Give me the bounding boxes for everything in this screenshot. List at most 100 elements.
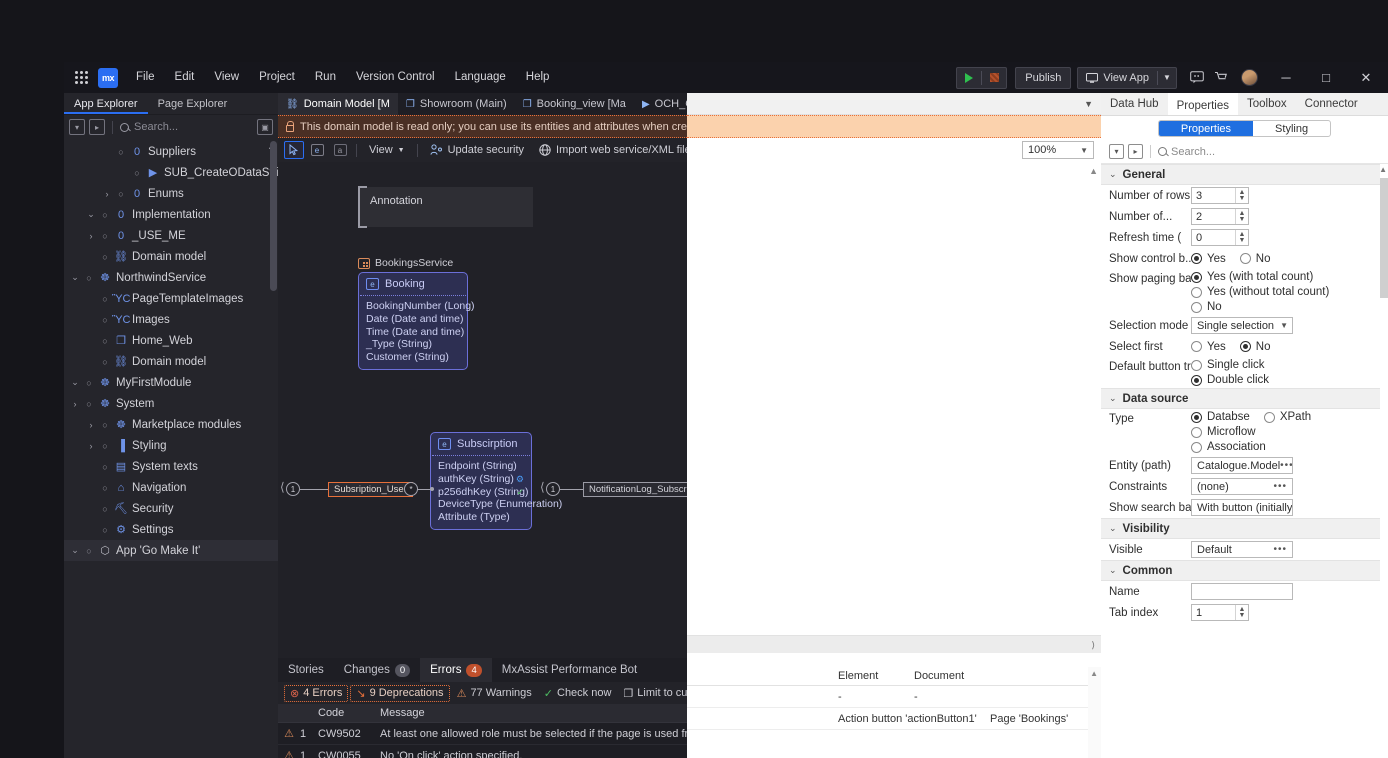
collapse-all-icon[interactable]: ▾ <box>69 119 85 135</box>
overlay-horizontal-scrollbar[interactable]: ⟩ <box>687 635 1101 653</box>
tree-item-sub-createodatastring[interactable]: ○▶SUB_CreateODataString <box>64 162 278 183</box>
radio-default-button-tr-single-click[interactable]: Single click <box>1191 359 1269 371</box>
tree-item-domain-model[interactable]: ○⛓Domain model <box>64 246 278 267</box>
import-webservice-button[interactable]: Import web service/XML file... <box>533 141 706 160</box>
minimize-button[interactable]: ─ <box>1266 62 1306 93</box>
add-entity-icon[interactable]: e <box>307 141 327 159</box>
tree-item-styling[interactable]: ›○▐Styling <box>64 435 278 456</box>
document-tab-showroom-main[interactable]: ❐Showroom (Main) <box>398 93 515 115</box>
overlay-table-row[interactable]: Action button 'actionButton1' Page 'Book… <box>687 708 1088 730</box>
view-app-button[interactable]: View App ▼ <box>1077 67 1177 89</box>
tree-item-myfirstmodule[interactable]: ⌄○☸MyFirstModule <box>64 372 278 393</box>
overlay-table-row[interactable]: - - <box>687 686 1088 708</box>
radio-button[interactable] <box>1240 341 1251 352</box>
radio-select-first-yes[interactable]: Yes <box>1191 341 1226 353</box>
avatar[interactable] <box>1241 69 1258 86</box>
tree-item-suppliers[interactable]: ○὜0Suppliers <box>64 141 278 162</box>
spinner-arrows-icon[interactable]: ▲▼ <box>1235 230 1248 245</box>
field-constraints[interactable]: (none)••• <box>1191 478 1293 495</box>
radio-type-xpath[interactable]: XPath <box>1264 411 1311 423</box>
field-entity-path[interactable]: Catalogue.Model••• <box>1191 457 1293 474</box>
tree-item-system[interactable]: ›○☸System <box>64 393 278 414</box>
search-input[interactable]: Search... <box>120 121 253 133</box>
radio-button[interactable] <box>1191 412 1202 423</box>
ellipsis-button[interactable]: ••• <box>1280 460 1293 471</box>
tree-item-implementation[interactable]: ⌄○὜0Implementation <box>64 204 278 225</box>
spinner-number-of[interactable]: 2▲▼ <box>1191 208 1249 225</box>
zoom-level-select[interactable]: 100% ▼ <box>1022 141 1094 159</box>
scroll-right-icon[interactable]: ⟩ <box>1091 640 1095 651</box>
radio-button[interactable] <box>1191 302 1202 313</box>
radio-show-paging-bar-yes-without-total-count-[interactable]: Yes (without total count) <box>1191 286 1329 298</box>
radio-show-paging-bar-yes-with-total-count-[interactable]: Yes (with total count) <box>1191 271 1329 283</box>
spinner-tab-index[interactable]: 1▲▼ <box>1191 604 1249 621</box>
tree-item-home-web[interactable]: ○❐Home_Web <box>64 330 278 351</box>
tab-overflow-chevron-down-icon[interactable]: ▼ <box>1084 99 1093 109</box>
radio-default-button-tr-double-click[interactable]: Double click <box>1191 374 1269 386</box>
spinner-arrows-icon[interactable]: ▲▼ <box>1235 605 1248 620</box>
radio-button[interactable] <box>1191 360 1202 371</box>
filter-77-warnings[interactable]: ⚠77 Warnings <box>452 686 537 701</box>
menu-item-version-control[interactable]: Version Control <box>346 62 445 93</box>
filter-9-deprecations[interactable]: ↘9 Deprecations <box>350 685 449 702</box>
section-header-general[interactable]: ⌄General <box>1101 164 1388 185</box>
tree-twisty-icon[interactable]: › <box>68 399 82 409</box>
entity-subscription[interactable]: e Subscirption Endpoint (String) authKey… <box>430 432 532 530</box>
tree-item-use-me[interactable]: ›○὜0_USE_ME <box>64 225 278 246</box>
radio-button[interactable] <box>1191 375 1202 386</box>
entity-booking[interactable]: e Booking BookingNumber (Long) Date (Dat… <box>358 272 468 370</box>
spinner-arrows-icon[interactable]: ▲▼ <box>1235 209 1248 224</box>
tree-item-images[interactable]: ○ὛCImages <box>64 309 278 330</box>
properties-tab-toolbox[interactable]: Toolbox <box>1238 93 1296 115</box>
input-name[interactable] <box>1191 583 1293 600</box>
buy-icon[interactable] <box>1209 66 1233 90</box>
bottom-tab-mxassist-performance-bot[interactable]: MxAssist Performance Bot <box>492 658 647 682</box>
radio-button[interactable] <box>1191 442 1202 453</box>
menu-item-view[interactable]: View <box>204 62 249 93</box>
tab-page-explorer[interactable]: Page Explorer <box>148 93 238 114</box>
add-association-icon[interactable]: a <box>330 141 350 159</box>
scroll-up-icon[interactable]: ▲ <box>1379 165 1387 174</box>
update-security-button[interactable]: Update security <box>424 141 530 160</box>
spinner-refresh-time[interactable]: 0▲▼ <box>1191 229 1249 246</box>
menu-item-help[interactable]: Help <box>516 62 560 93</box>
association-label-subscription-user[interactable]: Subsription_User <box>328 482 413 497</box>
document-tab-booking-view-ma[interactable]: ❐Booking_view [Ma <box>515 93 634 115</box>
radio-select-first-no[interactable]: No <box>1240 341 1271 353</box>
tree-item-system-texts[interactable]: ○▤System texts <box>64 456 278 477</box>
publish-button[interactable]: Publish <box>1015 67 1071 89</box>
tree-twisty-icon[interactable]: ⌄ <box>68 545 82 556</box>
radio-show-control-b-yes[interactable]: Yes <box>1191 253 1226 265</box>
tree-item-northwindservice[interactable]: ⌄○☸NorthwindService <box>64 267 278 288</box>
select-selection-mode[interactable]: Single selection▼ <box>1191 317 1293 334</box>
explorer-scrollbar-thumb[interactable] <box>270 141 277 291</box>
bottom-tab-stories[interactable]: Stories <box>278 658 334 682</box>
expand-all-icon[interactable]: ▸ <box>1128 144 1143 159</box>
toggle-properties[interactable]: Properties <box>1159 121 1253 136</box>
properties-search-input[interactable]: Search... <box>1171 146 1215 158</box>
properties-scrollbar-thumb[interactable] <box>1380 178 1388 298</box>
collapse-all-icon[interactable]: ▾ <box>1109 144 1124 159</box>
tree-twisty-icon[interactable]: ⌄ <box>68 377 82 388</box>
run-icon[interactable] <box>957 68 981 88</box>
section-header-visibility[interactable]: ⌄Visibility <box>1101 518 1388 539</box>
view-app-chevron-down-icon[interactable]: ▼ <box>1158 73 1176 82</box>
radio-button[interactable] <box>1240 253 1251 264</box>
properties-scrollbar[interactable]: ▲ <box>1380 164 1388 758</box>
tree-item-enums[interactable]: ›○὜0Enums <box>64 183 278 204</box>
tree-item-marketplace-modules[interactable]: ›○☸Marketplace modules <box>64 414 278 435</box>
annotation-shape[interactable]: Annotation <box>358 187 533 227</box>
radio-show-paging-bar-no[interactable]: No <box>1191 301 1329 313</box>
spinner-arrows-icon[interactable]: ▲▼ <box>1235 188 1248 203</box>
app-launcher-icon[interactable] <box>68 71 94 84</box>
radio-button[interactable] <box>1191 341 1202 352</box>
properties-tab-connector[interactable]: Connector <box>1296 93 1367 115</box>
maximize-button[interactable]: □ <box>1306 62 1346 93</box>
scroll-up-icon[interactable]: ▲ <box>1090 669 1098 678</box>
tree-item-security[interactable]: ○⛏Security <box>64 498 278 519</box>
radio-type-association[interactable]: Association <box>1191 441 1311 453</box>
overlay-vertical-scrollbar[interactable]: ▲ <box>1088 162 1101 635</box>
radio-button[interactable] <box>1191 427 1202 438</box>
tree-item-app-go-make-it[interactable]: ⌄○⬡App 'Go Make It' <box>64 540 278 561</box>
tree-twisty-icon[interactable]: › <box>84 441 98 451</box>
